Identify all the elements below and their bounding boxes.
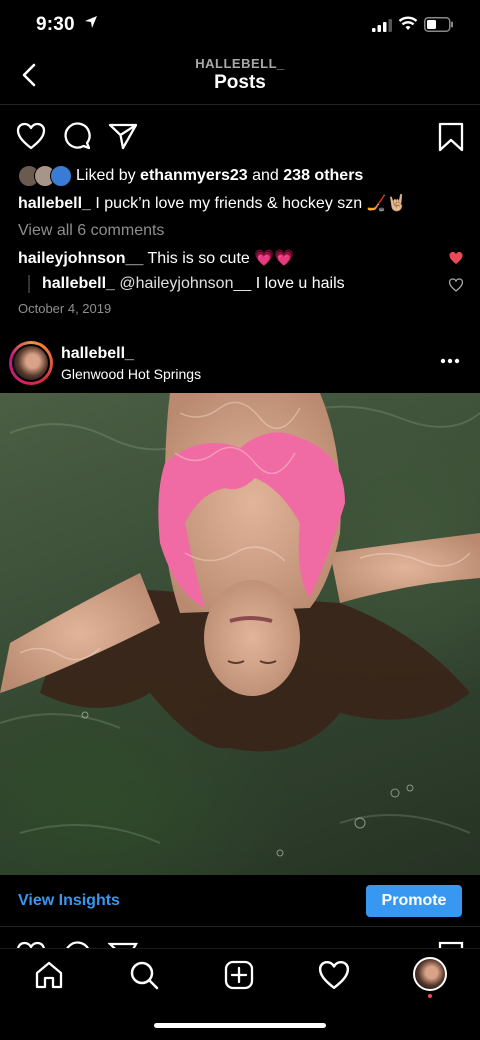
like-heart-icon <box>16 941 46 948</box>
share-icon <box>108 942 138 948</box>
post-caption: hallebell_ I puck’n love my friends & ho… <box>18 193 406 213</box>
comment-icon <box>66 941 89 948</box>
tab-bar <box>0 948 480 1040</box>
caption-text: I puck’n love my friends & hockey szn 🏒🤘… <box>95 195 407 212</box>
post-date: October 4, 2019 <box>18 301 112 316</box>
activity-icon[interactable] <box>318 959 350 991</box>
likes-and: and <box>252 167 279 184</box>
status-bar: 9:30 <box>0 0 480 50</box>
post-photo[interactable] <box>0 393 480 875</box>
post-actions <box>0 118 480 154</box>
view-insights-link[interactable]: View Insights <box>18 892 120 910</box>
notification-dot <box>428 994 432 998</box>
search-icon[interactable] <box>128 959 160 991</box>
comment-liked-heart-icon[interactable] <box>448 251 464 265</box>
liker-avatars <box>18 165 72 187</box>
bookmark-icon[interactable] <box>438 122 464 152</box>
comment-like-heart-icon[interactable] <box>448 278 464 292</box>
wifi-icon <box>398 16 418 30</box>
battery-icon <box>424 17 453 32</box>
post-photo-illustration <box>0 393 480 857</box>
reply-username[interactable]: hallebell_ <box>42 275 115 292</box>
liker-username[interactable]: ethanmyers23 <box>140 167 248 185</box>
new-post-icon[interactable] <box>223 959 255 991</box>
insights-bar: View Insights Promote <box>0 876 480 927</box>
nav-header: HALLEBELL_ Posts <box>0 50 480 105</box>
home-indicator <box>154 1023 326 1028</box>
comment-icon[interactable] <box>63 122 91 150</box>
avatar <box>50 165 72 187</box>
profile-tab-avatar[interactable] <box>413 957 447 991</box>
next-post-actions-peek <box>0 936 480 948</box>
more-options-icon[interactable] <box>440 358 460 364</box>
comment-reply: hallebell_ @haileyjohnson__ I love u hai… <box>28 275 345 293</box>
post-username[interactable]: hallebell_ <box>61 345 134 363</box>
share-icon[interactable] <box>108 122 138 150</box>
likes-prefix: Liked by <box>76 167 136 184</box>
like-heart-icon[interactable] <box>16 122 46 150</box>
home-icon[interactable] <box>33 959 65 991</box>
likes-others[interactable]: 238 others <box>283 167 363 185</box>
comment-text: This is so cute 💗💗 <box>147 250 295 267</box>
header-username: HALLEBELL_ <box>195 56 285 71</box>
comment-username[interactable]: haileyjohnson__ <box>18 250 143 267</box>
likes-summary[interactable]: Liked by ethanmyers23 and 238 others <box>18 164 363 188</box>
reply-mention[interactable]: @haileyjohnson__ <box>119 275 251 292</box>
location-arrow-icon <box>85 16 97 28</box>
avatar[interactable] <box>9 341 53 385</box>
reply-text: I love u hails <box>255 275 345 292</box>
bookmark-icon <box>438 941 464 948</box>
page-title: Posts <box>214 72 266 93</box>
view-all-comments-link[interactable]: View all 6 comments <box>18 222 164 240</box>
caption-username[interactable]: hallebell_ <box>18 195 91 212</box>
comment-item: haileyjohnson__ This is so cute 💗💗 <box>18 248 294 268</box>
post-header: hallebell_ Glenwood Hot Springs <box>0 338 480 390</box>
cellular-signal-icon <box>372 19 392 32</box>
post-location[interactable]: Glenwood Hot Springs <box>61 366 201 382</box>
promote-button[interactable]: Promote <box>366 885 462 917</box>
status-time: 9:30 <box>36 14 75 35</box>
